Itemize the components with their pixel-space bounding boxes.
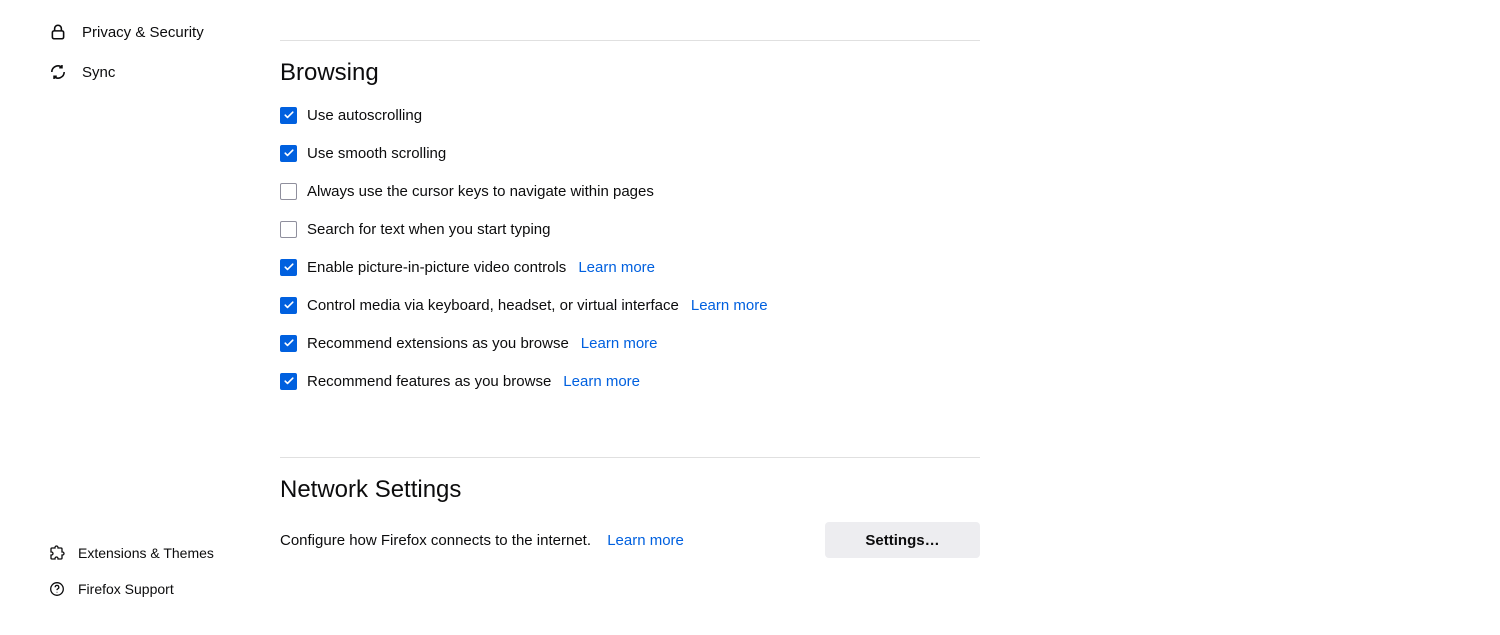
network-settings-button[interactable]: Settings… (825, 522, 980, 558)
divider (280, 40, 980, 41)
learn-more-link[interactable]: Learn more (563, 373, 640, 390)
help-icon (48, 580, 66, 598)
learn-more-link[interactable]: Learn more (691, 297, 768, 314)
sidebar-item-label: Privacy & Security (82, 24, 204, 41)
sidebar-item-firefox-support[interactable]: Firefox Support (0, 571, 280, 607)
option-row-pip: Enable picture-in-picture video controls… (280, 257, 980, 277)
option-label: Always use the cursor keys to navigate w… (307, 183, 654, 200)
option-row-cursor-keys: Always use the cursor keys to navigate w… (280, 181, 980, 201)
checkbox-smooth-scrolling[interactable] (280, 145, 297, 162)
network-heading: Network Settings (280, 476, 980, 504)
checkbox-search-typing[interactable] (280, 221, 297, 238)
sidebar-item-label: Extensions & Themes (78, 545, 214, 561)
option-label: Use autoscrolling (307, 107, 422, 124)
option-row-autoscrolling: Use autoscrolling (280, 105, 980, 125)
option-row-recommend-extensions: Recommend extensions as you browse Learn … (280, 333, 980, 353)
option-label: Control media via keyboard, headset, or … (307, 297, 679, 314)
option-label: Recommend extensions as you browse (307, 335, 569, 352)
puzzle-icon (48, 544, 66, 562)
checkbox-recommend-features[interactable] (280, 373, 297, 390)
browsing-heading: Browsing (280, 59, 980, 87)
option-label: Search for text when you start typing (307, 221, 550, 238)
sidebar-item-label: Firefox Support (78, 581, 174, 597)
sidebar-item-sync[interactable]: Sync (0, 52, 280, 92)
option-label: Use smooth scrolling (307, 145, 446, 162)
checkbox-autoscrolling[interactable] (280, 107, 297, 124)
checkbox-cursor-keys[interactable] (280, 183, 297, 200)
sidebar-item-extensions-themes[interactable]: Extensions & Themes (0, 535, 280, 571)
sidebar: Privacy & Security Sync Extensions & Them… (0, 0, 280, 635)
option-row-recommend-features: Recommend features as you browse Learn mo… (280, 371, 980, 391)
main-content: Browsing Use autoscrolling Use smooth scr… (280, 0, 1500, 635)
option-label: Recommend features as you browse (307, 373, 551, 390)
lock-icon (48, 22, 68, 42)
network-learn-more-link[interactable]: Learn more (607, 532, 684, 549)
sync-icon (48, 62, 68, 82)
option-row-media-keyboard: Control media via keyboard, headset, or … (280, 295, 980, 315)
divider (280, 457, 980, 458)
learn-more-link[interactable]: Learn more (581, 335, 658, 352)
network-description: Configure how Firefox connects to the in… (280, 532, 591, 549)
checkbox-recommend-extensions[interactable] (280, 335, 297, 352)
checkbox-media-keyboard[interactable] (280, 297, 297, 314)
checkbox-pip[interactable] (280, 259, 297, 276)
sidebar-item-label: Sync (82, 64, 115, 81)
option-label: Enable picture-in-picture video controls (307, 259, 566, 276)
option-row-search-typing: Search for text when you start typing (280, 219, 980, 239)
option-row-smooth-scrolling: Use smooth scrolling (280, 143, 980, 163)
learn-more-link[interactable]: Learn more (578, 259, 655, 276)
sidebar-item-privacy-security[interactable]: Privacy & Security (0, 12, 280, 52)
